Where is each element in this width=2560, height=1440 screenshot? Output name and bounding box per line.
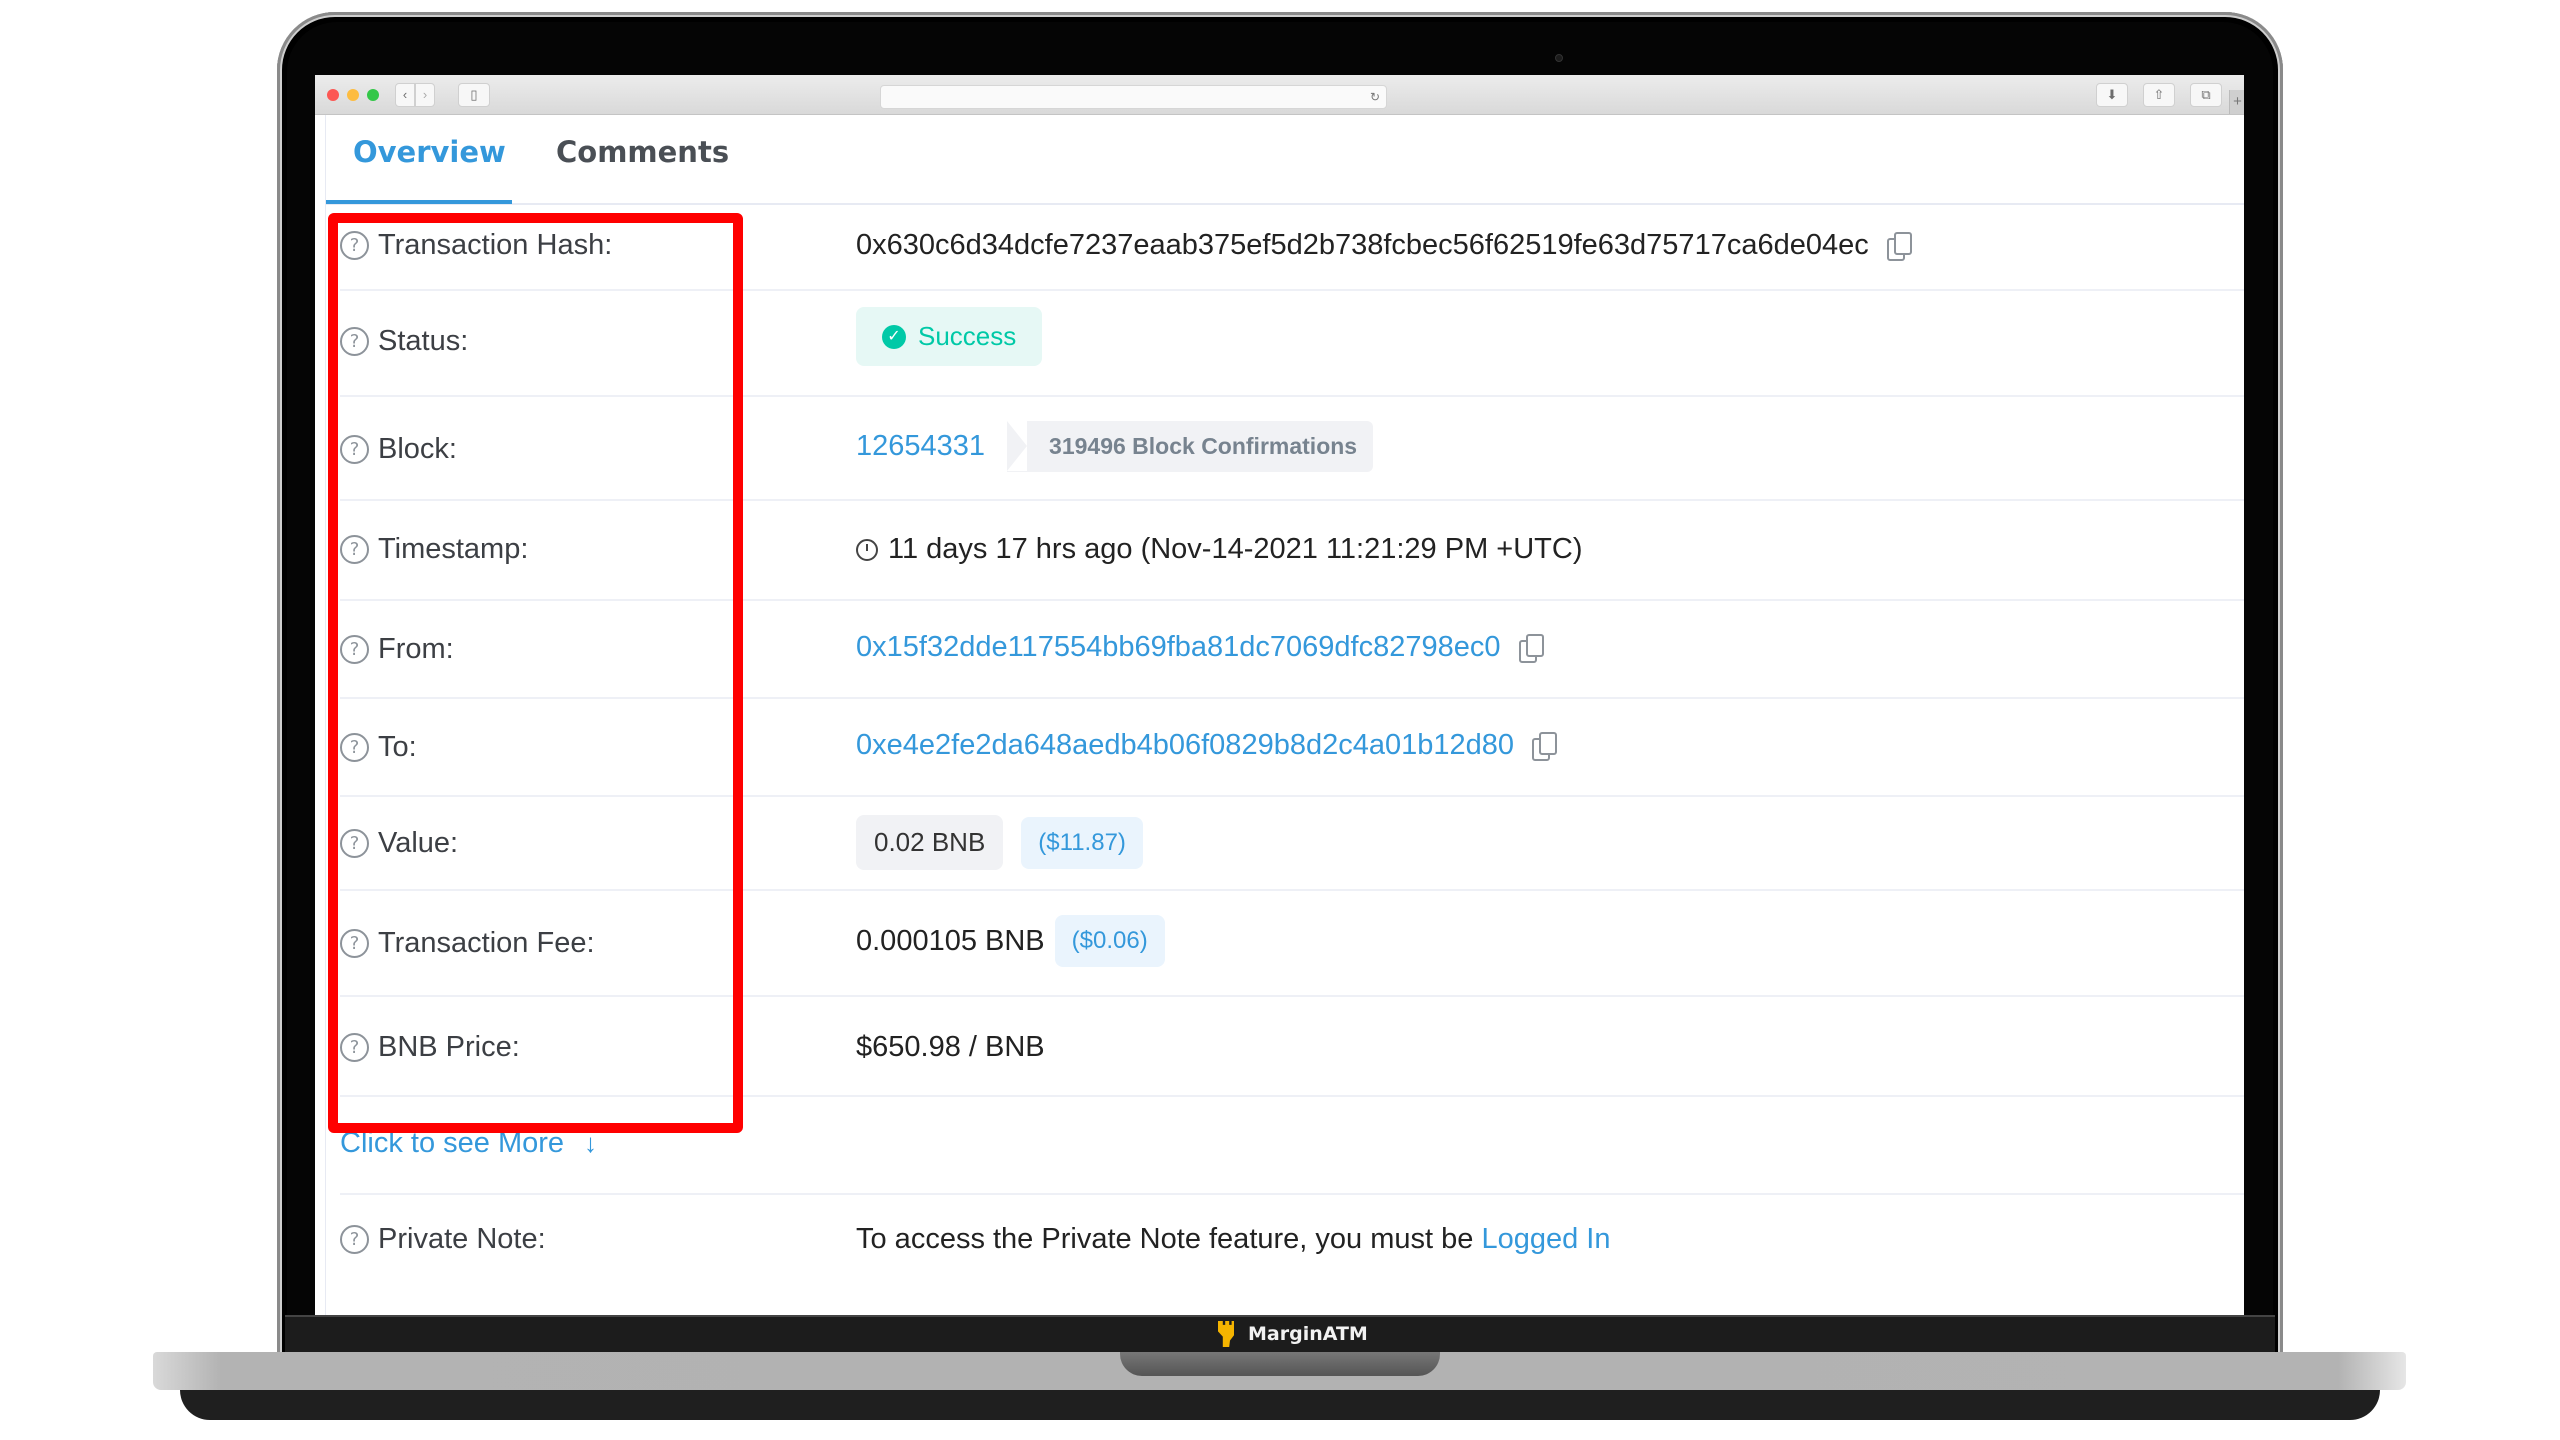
tab-overview[interactable]: Overview: [353, 135, 506, 169]
value-from: 0x15f32dde117554bb69fba81dc7069dfc82798e…: [856, 631, 1544, 664]
laptop-base-bottom: [180, 1390, 2380, 1420]
help-icon[interactable]: ?: [340, 1225, 369, 1254]
laptop-notch: [1120, 1352, 1440, 1376]
value-transaction-fee: 0.000105 BNB ($0.06): [856, 915, 1165, 967]
value-timestamp: 11 days 17 hrs ago (Nov-14-2021 11:21:29…: [856, 533, 1583, 566]
check-circle-icon: ✓: [882, 324, 906, 349]
forward-button[interactable]: ›: [415, 83, 435, 107]
value-private-note: To access the Private Note feature, you …: [856, 1223, 1610, 1256]
active-tab-indicator: [326, 200, 512, 204]
tab-overview-icon[interactable]: ⧉: [2190, 83, 2222, 107]
value-status: ✓ Success: [856, 307, 1043, 366]
value-amount-badge: 0.02 BNB: [856, 815, 1004, 870]
sidebar-toggle-icon[interactable]: ▯: [458, 83, 490, 107]
value-to: 0xe4e2fe2da648aedb4b06f0829b8d2c4a01b12d…: [856, 729, 1557, 762]
value-transaction-hash: 0x630c6d34dcfe7237eaab375ef5d2b738fcbec5…: [856, 229, 1912, 262]
value-block: 12654331 319496 Block Confirmations: [856, 421, 1374, 472]
back-button[interactable]: ‹: [395, 83, 415, 107]
private-note-text: To access the Private Note feature, you …: [856, 1223, 1482, 1255]
share-icon[interactable]: ⇧: [2143, 83, 2175, 107]
tab-comments[interactable]: Comments: [556, 135, 729, 169]
browser-toolbar: ‹ › ▯ ↻ ⬇ ⇧ ⧉ +: [315, 75, 2244, 115]
block-confirmations-badge: 319496 Block Confirmations: [1007, 421, 1374, 472]
highlight-box: [328, 213, 743, 1133]
fee-amount: 0.000105 BNB: [856, 924, 1045, 957]
value-usd-badge: ($11.87): [1021, 816, 1143, 869]
address-bar[interactable]: ↻: [880, 85, 1387, 109]
value-bnb-price: $650.98 / BNB: [856, 1031, 1045, 1063]
transaction-hash-text: 0x630c6d34dcfe7237eaab375ef5d2b738fcbec5…: [856, 229, 1869, 261]
brand-logo: MarginATM: [1218, 1321, 1368, 1347]
castle-logo-icon: [1218, 1321, 1234, 1347]
clock-icon: [856, 538, 878, 561]
camera-icon: [1555, 54, 1563, 62]
tab-bar: Overview Comments: [326, 115, 2244, 205]
zoom-window-button[interactable]: [367, 89, 379, 101]
status-badge: ✓ Success: [856, 307, 1043, 366]
value-value: 0.02 BNB ($11.87): [856, 815, 1143, 870]
new-tab-button[interactable]: +: [2229, 90, 2244, 114]
from-address-link[interactable]: 0x15f32dde117554bb69fba81dc7069dfc82798e…: [856, 631, 1501, 664]
download-icon[interactable]: ⬇: [2096, 83, 2128, 107]
minimize-window-button[interactable]: [347, 89, 359, 101]
close-window-button[interactable]: [327, 89, 339, 101]
reload-icon[interactable]: ↻: [1370, 86, 1380, 108]
block-number-link[interactable]: 12654331: [856, 430, 985, 463]
copy-icon[interactable]: [1518, 633, 1544, 663]
copy-icon[interactable]: [1532, 731, 1557, 761]
fee-usd-badge: ($0.06): [1054, 915, 1165, 967]
copy-icon[interactable]: [1886, 231, 1912, 261]
row-private-note: ? Private Note: To access the Private Not…: [340, 1195, 2244, 1295]
logged-in-link[interactable]: Logged In: [1481, 1223, 1610, 1256]
to-address-link[interactable]: 0xe4e2fe2da648aedb4b06f0829b8d2c4a01b12d…: [856, 729, 1514, 762]
label-private-note: ? Private Note:: [340, 1223, 546, 1256]
